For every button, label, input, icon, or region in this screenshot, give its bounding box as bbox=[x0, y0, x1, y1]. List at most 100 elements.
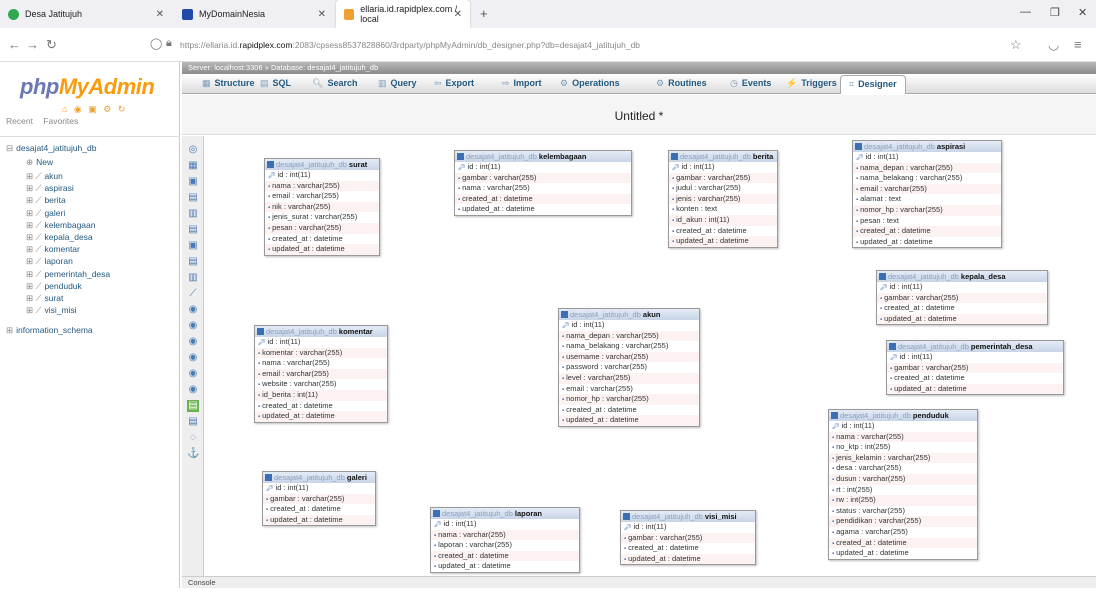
table-column-row[interactable]: ▪ id_akun : int(11) bbox=[669, 214, 777, 226]
tree-table-berita[interactable]: ⊞ ⟋ berita bbox=[26, 195, 66, 206]
table-column-row[interactable]: ▪ created_at : datetime bbox=[263, 504, 375, 515]
table-column-row[interactable]: ▪ nama : varchar(255) bbox=[829, 431, 977, 443]
designer-table-laporan[interactable]: desajat4_jatitujuh_db laporan 🔑︎ id : int(1… bbox=[430, 507, 580, 573]
table-header[interactable]: desajat4_jatitujuh_db penduduk bbox=[829, 410, 977, 421]
left-menu-icon[interactable]: ◉ bbox=[187, 368, 199, 380]
table-column-row[interactable]: ▪ pendidikan : varchar(255) bbox=[829, 516, 977, 527]
designer-table-penduduk[interactable]: desajat4_jatitujuh_db penduduk 🔑︎ id : int(… bbox=[828, 409, 978, 560]
close-window-icon[interactable]: ✕ bbox=[1078, 6, 1087, 19]
page-icon[interactable]: ▣ bbox=[187, 176, 199, 188]
table-column-row[interactable]: ▪ rt : int(255) bbox=[829, 485, 977, 496]
table-column-row[interactable]: 🔑︎ id : int(11) bbox=[829, 421, 977, 432]
table-header[interactable]: desajat4_jatitujuh_db laporan bbox=[431, 508, 579, 519]
table-column-row[interactable]: ▪ created_at : datetime bbox=[853, 226, 1001, 237]
checkbox-icon[interactable] bbox=[623, 513, 630, 520]
table-column-row[interactable]: ▪ nik : varchar(255) bbox=[265, 201, 379, 213]
table-column-row[interactable]: ▪ created_at : datetime bbox=[887, 373, 1063, 384]
table-column-row[interactable]: ▪ updated_at : datetime bbox=[829, 548, 977, 559]
tab-routines[interactable]: ⚙ Routines bbox=[656, 78, 707, 89]
toggle-icon[interactable]: ◉ bbox=[187, 352, 199, 364]
tab-close-icon[interactable]: ✕ bbox=[156, 9, 164, 20]
table-header[interactable]: desajat4_jatitujuh_db pemerintah_desa bbox=[887, 341, 1063, 352]
tree-information-schema[interactable]: ⊞ information_schema bbox=[6, 325, 93, 336]
menu-icon[interactable]: ≡ bbox=[1074, 37, 1082, 52]
table-column-row[interactable]: ▪ updated_at : datetime bbox=[559, 415, 699, 426]
pocket-icon[interactable]: ◡ bbox=[1048, 37, 1059, 53]
tab-operations[interactable]: ⚙ Operations bbox=[560, 78, 620, 89]
table-column-row[interactable]: ▪ laporan : varchar(255) bbox=[431, 540, 579, 551]
designer-canvas[interactable]: desajat4_jatitujuh_db surat 🔑︎ id : int(11)… bbox=[204, 136, 1096, 576]
restore-icon[interactable]: ❐ bbox=[1050, 6, 1060, 19]
table-column-row[interactable]: ▪ created_at : datetime bbox=[877, 303, 1047, 314]
table-column-row[interactable]: ▪ created_at : datetime bbox=[265, 234, 379, 245]
browser-tab-phpmyadmin[interactable]: ellaria.id.rapidplex.com / local ✕ bbox=[336, 0, 470, 28]
tab-query[interactable]: ▥ Query bbox=[378, 78, 417, 89]
tree-new[interactable]: ⊕ New bbox=[26, 157, 53, 168]
table-column-row[interactable]: ▪ email : varchar(255) bbox=[255, 368, 387, 380]
table-column-row[interactable]: ▪ jenis : varchar(255) bbox=[669, 193, 777, 205]
reload-icon[interactable]: ↻ bbox=[46, 37, 57, 53]
table-column-row[interactable]: 🔑︎ id : int(11) bbox=[887, 352, 1063, 363]
table-column-row[interactable]: ▪ created_at : datetime bbox=[559, 405, 699, 416]
help-icon[interactable]: ◉ bbox=[187, 384, 199, 396]
table-column-row[interactable]: ▪ updated_at : datetime bbox=[877, 313, 1047, 325]
column-icon[interactable]: ▤ bbox=[187, 400, 199, 412]
table-column-row[interactable]: ▪ created_at : datetime bbox=[829, 537, 977, 549]
table-column-row[interactable]: 🔑︎ id : int(11) bbox=[877, 282, 1047, 293]
table-column-row[interactable]: ▪ pesan : varchar(255) bbox=[265, 222, 379, 234]
checkbox-icon[interactable] bbox=[671, 153, 678, 160]
tree-table-visi_misi[interactable]: ⊞ ⟋ visi_misi bbox=[26, 305, 77, 316]
line-icon[interactable]: ⟋ bbox=[187, 288, 199, 300]
checkbox-icon[interactable] bbox=[855, 143, 862, 150]
table-column-row[interactable]: ▪ password : varchar(255) bbox=[559, 362, 699, 373]
table-header[interactable]: desajat4_jatitujuh_db visi_misi bbox=[621, 511, 755, 522]
table-column-row[interactable]: ▪ created_at : datetime bbox=[669, 226, 777, 237]
delete-icon[interactable]: ▣ bbox=[187, 240, 199, 252]
table-column-row[interactable]: ▪ id_berita : int(11) bbox=[255, 389, 387, 401]
tab-triggers[interactable]: ⚡ Triggers bbox=[786, 78, 837, 89]
checkbox-icon[interactable] bbox=[879, 273, 886, 280]
designer-table-berita[interactable]: desajat4_jatitujuh_db berita 🔑︎ id : int(11… bbox=[668, 150, 778, 248]
table-column-row[interactable]: ▪ gambar : varchar(255) bbox=[877, 292, 1047, 304]
table-column-row[interactable]: ▪ agama : varchar(255) bbox=[829, 527, 977, 538]
designer-table-galeri[interactable]: desajat4_jatitujuh_db galeri 🔑︎ id : int(11… bbox=[262, 471, 376, 527]
designer-table-aspirasi[interactable]: desajat4_jatitujuh_db aspirasi 🔑︎ id : int(… bbox=[852, 140, 1002, 249]
table-column-row[interactable]: ▪ no_ktp : int(255) bbox=[829, 442, 977, 453]
angle-icon[interactable]: ◉ bbox=[187, 304, 199, 316]
table-column-row[interactable]: 🔑︎ id : int(11) bbox=[265, 170, 379, 181]
table-column-row[interactable]: ▪ gambar : varchar(255) bbox=[263, 493, 375, 505]
table-column-row[interactable]: 🔑︎ id : int(11) bbox=[431, 519, 579, 530]
tree-table-penduduk[interactable]: ⊞ ⟋ penduduk bbox=[26, 281, 82, 292]
tree-table-komentar[interactable]: ⊞ ⟋ komentar bbox=[26, 244, 80, 255]
tree-table-galeri[interactable]: ⊞ ⟋ galeri bbox=[26, 208, 65, 219]
checkbox-icon[interactable] bbox=[265, 474, 272, 481]
nav-icons[interactable]: ⌂ ◉ ▣ ⚙ ↻ bbox=[62, 104, 127, 115]
table-column-row[interactable]: ▪ username : varchar(255) bbox=[559, 351, 699, 363]
minimize-icon[interactable]: — bbox=[1020, 6, 1031, 18]
browser-tab-mydomainnesia[interactable]: MyDomainNesia ✕ bbox=[174, 0, 334, 28]
table-column-row[interactable]: ▪ jenis_surat : varchar(255) bbox=[265, 212, 379, 223]
designer-table-kepala_desa[interactable]: desajat4_jatitujuh_db kepala_desa 🔑︎ id : i… bbox=[876, 270, 1048, 326]
table-column-row[interactable]: ▪ updated_at : datetime bbox=[255, 411, 387, 422]
tab-search[interactable]: 🔍︎ Search bbox=[312, 78, 357, 89]
tree-table-akun[interactable]: ⊞ ⟋ akun bbox=[26, 171, 63, 182]
tab-structure[interactable]: ▦ Structure bbox=[202, 78, 255, 89]
table-column-row[interactable]: ▪ created_at : datetime bbox=[455, 193, 631, 205]
tree-table-kepala_desa[interactable]: ⊞ ⟋ kepala_desa bbox=[26, 232, 93, 243]
checkbox-icon[interactable] bbox=[889, 343, 896, 350]
table-column-row[interactable]: ▪ pesan : text bbox=[853, 216, 1001, 227]
favorites-link[interactable]: Favorites bbox=[43, 116, 78, 126]
table-column-row[interactable]: 🔑︎ id : int(11) bbox=[455, 162, 631, 173]
table-column-row[interactable]: ▪ website : varchar(255) bbox=[255, 379, 387, 390]
designer-table-pemerintah_desa[interactable]: desajat4_jatitujuh_db pemerintah_desa 🔑︎ id… bbox=[886, 340, 1064, 396]
checkbox-icon[interactable] bbox=[831, 412, 838, 419]
tree-db[interactable]: ⊟ desajat4_jatitujuh_db bbox=[6, 143, 96, 154]
designer-table-kelembagaan[interactable]: desajat4_jatitujuh_db kelembagaan 🔑︎ id : i… bbox=[454, 150, 632, 216]
checkbox-icon[interactable] bbox=[257, 328, 264, 335]
table-column-row[interactable]: ▪ email : varchar(255) bbox=[853, 183, 1001, 195]
table-column-row[interactable]: ▪ email : varchar(255) bbox=[265, 191, 379, 202]
tree-table-aspirasi[interactable]: ⊞ ⟋ aspirasi bbox=[26, 183, 74, 194]
table-column-row[interactable]: ▪ status : varchar(255) bbox=[829, 506, 977, 517]
save-as-icon[interactable]: ▥ bbox=[187, 208, 199, 220]
table-column-row[interactable]: ▪ judul : varchar(255) bbox=[669, 183, 777, 194]
